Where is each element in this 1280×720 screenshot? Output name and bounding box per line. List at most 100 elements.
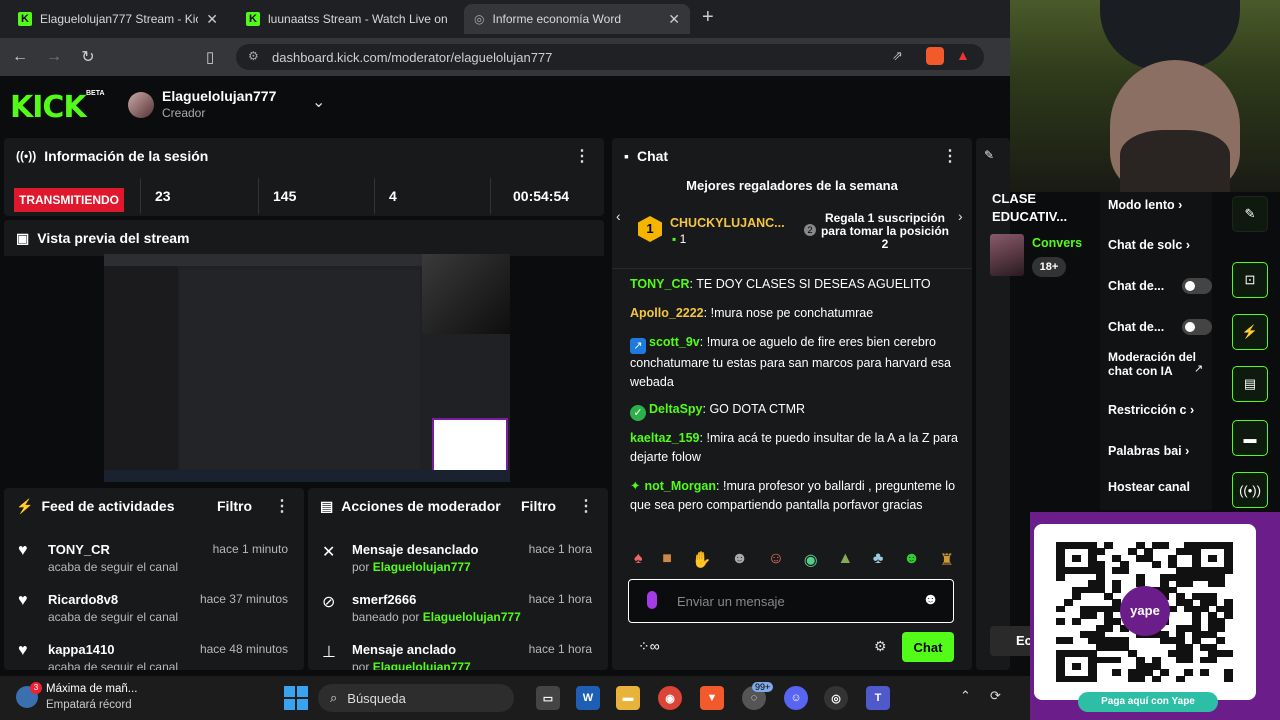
external-link-icon[interactable]: ↗ — [1194, 362, 1203, 375]
chat-user[interactable]: Apollo_2222 — [630, 306, 704, 320]
list-item[interactable]: ♥ Ricardo8v8 acaba de seguir el canal ha… — [4, 588, 304, 638]
qr-module — [1112, 586, 1121, 594]
forward-icon[interactable]: → — [40, 48, 68, 66]
folder-icon[interactable]: ▬ — [616, 686, 640, 710]
back-icon[interactable]: ← — [6, 48, 34, 66]
close-tab-icon[interactable]: ✕ — [206, 11, 218, 28]
list-item[interactable]: ✕ Mensaje desanclado por Elaguelolujan77… — [308, 538, 608, 588]
close-tab-icon[interactable]: ✕ — [668, 11, 680, 28]
item-by[interactable]: Elaguelolujan777 — [373, 560, 471, 574]
emote-icon[interactable]: ✋ — [692, 550, 712, 574]
setting-restriction[interactable]: Restricción c › — [1108, 403, 1194, 417]
more-icon[interactable]: ⋮ — [942, 146, 958, 166]
brave-icon[interactable]: ▼ — [700, 686, 724, 710]
category-thumbnail[interactable] — [990, 234, 1024, 276]
bookmark-icon[interactable]: ▯ — [206, 48, 214, 66]
word-icon[interactable]: W — [576, 686, 600, 710]
setting-ai-moderation[interactable]: Moderación del chat con IA — [1108, 350, 1198, 378]
tray-sync-icon[interactable]: ⟳ — [990, 688, 1001, 704]
chat-user[interactable]: TONY_CR — [630, 277, 690, 291]
setting-slow-mode[interactable]: Modo lento › — [1108, 198, 1182, 212]
new-tab-icon[interactable]: + — [702, 6, 714, 29]
list-item[interactable]: ⊥ Mensaje anclado por Elaguelolujan777 h… — [308, 638, 608, 670]
weather-title[interactable]: Máxima de mañ... — [46, 683, 137, 695]
emote-icon[interactable]: ◉ — [804, 550, 818, 574]
chat-message[interactable]: Apollo_2222: !mura nose pe conchatumrae — [630, 304, 960, 323]
chat-user[interactable]: DeltaSpy — [649, 402, 703, 416]
setting-banned-words[interactable]: Palabras bai › — [1108, 444, 1189, 458]
brave-shield-icon[interactable] — [926, 47, 944, 65]
emote-icon[interactable]: ♣ — [873, 550, 884, 574]
emote-icon[interactable]: ■ — [662, 550, 672, 574]
chat-message[interactable]: kaeltaz_159: !mira acá te puedo insultar… — [630, 429, 960, 467]
taskbar-search[interactable]: ⌕ Búsqueda — [318, 684, 514, 712]
list-item[interactable]: ♥ TONY_CR acaba de seguir el canal hace … — [4, 538, 304, 588]
item-by[interactable]: Elaguelolujan777 — [373, 660, 471, 670]
category-tag[interactable]: Convers — [1032, 236, 1082, 250]
chat-message[interactable]: ↗ scott_9v: !mura oe aguelo de fire eres … — [630, 333, 960, 392]
stream-tool-icon[interactable]: ⊡ — [1232, 262, 1268, 298]
more-icon[interactable]: ⋮ — [274, 496, 290, 516]
chat-tool-icon[interactable]: ▬ — [1232, 420, 1268, 456]
kick-logo[interactable]: KICK — [10, 90, 87, 125]
setting-followers-chat[interactable]: Chat de solc › — [1108, 238, 1190, 252]
filter-button[interactable]: Filtro — [217, 498, 252, 514]
task-view-icon[interactable]: ▭ — [536, 686, 560, 710]
url-field[interactable]: ⚙ dashboard.kick.com/moderator/elaguelol… — [236, 44, 984, 70]
tab-kick-dashboard[interactable]: K Elaguelolujan777 Stream - Kick D ✕ — [8, 4, 228, 34]
edit-button[interactable]: Ec — [990, 626, 1034, 656]
gear-icon[interactable]: ⚙ — [874, 638, 887, 655]
toggle-sub-chat[interactable] — [1182, 278, 1212, 294]
chat-message[interactable]: ✓ DeltaSpy: GO DOTA CTMR — [630, 400, 960, 421]
chrome-icon[interactable]: ◉ — [658, 686, 682, 710]
site-info-icon[interactable]: ⚙ — [248, 49, 259, 63]
chevron-down-icon[interactable]: ⌄ — [312, 92, 325, 112]
teams-icon[interactable]: T — [866, 686, 890, 710]
emote-icon[interactable]: ♠ — [634, 550, 643, 574]
emote-icon[interactable]: ☺ — [768, 550, 784, 574]
discord-icon[interactable]: ☺ — [784, 686, 808, 710]
edit-icon[interactable]: ✎ — [984, 148, 994, 162]
chat-user[interactable]: scott_9v — [649, 335, 700, 349]
filter-button[interactable]: Filtro — [521, 498, 556, 514]
list-item[interactable]: ⊘ smerf2666 baneado por Elaguelolujan777… — [308, 588, 608, 638]
broadcast-tool-icon[interactable]: ((•)) — [1232, 472, 1268, 508]
chevron-left-icon[interactable]: ‹ — [616, 208, 621, 224]
tab-luunaatss[interactable]: K luunaatss Stream - Watch Live on Kic — [236, 4, 458, 34]
send-chat-button[interactable]: Chat — [902, 632, 954, 662]
emote-icon[interactable]: ☻ — [731, 550, 748, 574]
chevron-right-icon[interactable]: › — [958, 208, 963, 224]
brave-rewards-icon[interactable]: ▲ — [956, 47, 970, 63]
tray-chevron-up-icon[interactable]: ⌃ — [960, 688, 971, 704]
more-icon[interactable]: ⋮ — [574, 146, 590, 166]
mic-icon[interactable] — [647, 591, 657, 609]
emote-icon[interactable]: ▲ — [837, 550, 853, 574]
chat-user[interactable]: not_Morgan — [644, 479, 716, 493]
windows-start-icon[interactable] — [284, 686, 308, 710]
pencil-icon[interactable]: ✎ — [1232, 196, 1268, 232]
avatar[interactable] — [128, 92, 154, 118]
document-icon[interactable]: ▤ — [1232, 366, 1268, 402]
gift-promo[interactable]: Regala 1 suscripción para tomar la posic… — [820, 212, 950, 251]
emote-icon[interactable]: ☻ — [903, 550, 920, 574]
bolt-tool-icon[interactable]: ⚡ — [1232, 314, 1268, 350]
tab-informe[interactable]: ◎ Informe economía Word ✕ — [464, 4, 690, 34]
share-icon[interactable]: ⇗ — [892, 48, 903, 64]
list-item[interactable]: ♥ kappa1410 acaba de seguir el canal hac… — [4, 638, 304, 670]
stream-preview-video[interactable] — [104, 254, 510, 482]
chat-message[interactable]: TONY_CR: TE DOY CLASES SI DESEAS AGUELIT… — [630, 275, 960, 294]
emote-icon[interactable]: ♜ — [940, 550, 954, 574]
top-gifter-name[interactable]: CHUCKYLUJANC... — [670, 216, 785, 230]
more-icon[interactable]: ⋮ — [578, 496, 594, 516]
reload-icon[interactable]: ↻ — [74, 47, 102, 67]
toggle-emote-chat[interactable] — [1182, 319, 1212, 335]
points-icon[interactable]: ⁘∞ — [638, 638, 660, 655]
chat-message[interactable]: ✦ not_Morgan: !mura profesor yo ballardi … — [630, 477, 960, 515]
setting-host-channel[interactable]: Hostear canal — [1108, 480, 1190, 494]
chevron-right-icon: › — [1185, 238, 1190, 252]
chat-input[interactable]: Enviar un mensaje ☻ — [628, 579, 954, 623]
item-by[interactable]: Elaguelolujan777 — [423, 610, 521, 624]
chat-user[interactable]: kaeltaz_159 — [630, 431, 700, 445]
obs-icon[interactable]: ◎ — [824, 686, 848, 710]
emoji-icon[interactable]: ☻ — [922, 591, 939, 609]
